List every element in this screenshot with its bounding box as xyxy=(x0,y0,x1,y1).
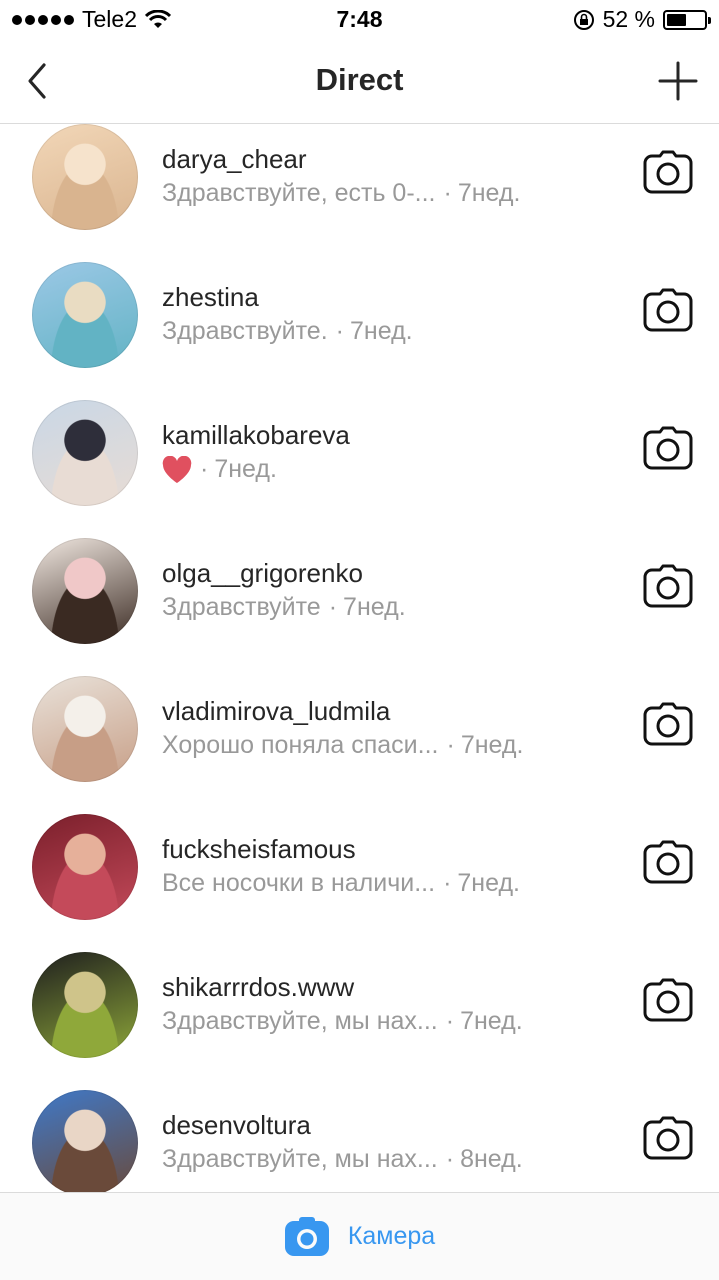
separator-dot: · xyxy=(443,179,452,207)
camera-bar[interactable]: Камера xyxy=(0,1192,719,1280)
thread-time: 7нед. xyxy=(460,731,524,759)
thread-preview: Все носочки в наличи... · 7нед. xyxy=(162,869,520,898)
separator-dot: · xyxy=(200,455,209,483)
thread-row[interactable]: zhestina Здравствуйте. · 7нед. xyxy=(0,262,719,400)
thread-time: 7нед. xyxy=(457,869,520,897)
thread-time: 7нед. xyxy=(460,1007,523,1035)
separator-dot: · xyxy=(445,1007,455,1035)
thread-message: Хорошо поняла спаси... xyxy=(162,731,439,759)
camera-reply-button[interactable] xyxy=(643,150,693,199)
camera-label: Камера xyxy=(347,1222,436,1250)
thread-time: 8нед. xyxy=(460,1145,523,1173)
thread-username: darya_chear xyxy=(162,144,307,174)
separator-dot: · xyxy=(335,317,344,345)
status-bar: Tele2 7:48 52 % xyxy=(0,0,719,40)
avatar[interactable] xyxy=(32,814,138,920)
thread-username: zhestina xyxy=(162,282,259,312)
avatar[interactable] xyxy=(32,538,138,644)
thread-username: desenvoltura xyxy=(162,1110,311,1140)
avatar[interactable] xyxy=(32,400,138,506)
separator-dot: · xyxy=(328,593,338,621)
thread-list[interactable]: darya_chear Здравствуйте, есть 0-... · 7нед… xyxy=(0,124,719,1192)
rotation-lock-icon xyxy=(573,9,594,30)
avatar[interactable] xyxy=(32,1090,138,1192)
thread-username: kamillakobareva xyxy=(162,420,350,450)
camera-reply-button[interactable] xyxy=(643,426,693,475)
avatar[interactable] xyxy=(32,952,138,1058)
avatar[interactable] xyxy=(32,262,138,368)
thread-preview: Здравствуйте, есть 0-... · 7нед. xyxy=(162,179,520,208)
camera-icon xyxy=(643,288,693,337)
thread-message: Здравствуйте xyxy=(162,593,321,621)
camera-reply-button[interactable] xyxy=(643,978,693,1027)
thread-row[interactable]: desenvoltura Здравствуйте, мы нах... · 8нед… xyxy=(0,1090,719,1192)
camera-icon xyxy=(643,1116,693,1165)
thread-preview: Здравствуйте. · 7нед. xyxy=(162,317,413,346)
thread-preview: Здравствуйте, мы нах... · 8нед. xyxy=(162,1145,523,1174)
avatar[interactable] xyxy=(32,676,138,782)
thread-preview: Здравствуйте · 7нед. xyxy=(162,593,406,622)
page-title: Direct xyxy=(315,62,404,97)
thread-message: Здравствуйте, есть 0-... xyxy=(162,179,436,207)
thread-row[interactable]: shikarrrdos.www Здравствуйте, мы нах... · 7… xyxy=(0,952,719,1090)
thread-time: 7нед. xyxy=(343,593,406,621)
thread-message: Все носочки в наличи... xyxy=(162,869,436,897)
thread-row[interactable]: kamillakobareva · 7нед. xyxy=(0,400,719,538)
avatar[interactable] xyxy=(32,124,138,230)
thread-preview: Хорошо поняла спаси... · 7нед. xyxy=(162,731,523,760)
camera-reply-button[interactable] xyxy=(643,1116,693,1165)
navigation-bar: Direct xyxy=(0,40,719,124)
thread-message: Здравствуйте, мы нах... xyxy=(162,1145,438,1173)
thread-row[interactable]: fucksheisfamous Все носочки в наличи... · 7… xyxy=(0,814,719,952)
thread-username: fucksheisfamous xyxy=(162,834,356,864)
new-message-button[interactable] xyxy=(655,58,701,104)
separator-dot: · xyxy=(445,1145,455,1173)
thread-username: olga__grigorenko xyxy=(162,558,363,588)
camera-reply-button[interactable] xyxy=(643,702,693,751)
thread-time: 7нед. xyxy=(457,179,521,207)
camera-icon xyxy=(643,564,693,613)
camera-icon xyxy=(643,150,693,199)
thread-row[interactable]: vladimirova_ludmila Хорошо поняла спаси..… xyxy=(0,676,719,814)
battery-icon xyxy=(663,9,711,30)
thread-preview: Здравствуйте, мы нах... · 7нед. xyxy=(162,1007,523,1036)
camera-reply-button[interactable] xyxy=(643,564,693,613)
camera-reply-button[interactable] xyxy=(643,288,693,337)
separator-dot: · xyxy=(443,869,452,897)
camera-icon xyxy=(643,978,693,1027)
camera-icon xyxy=(643,840,693,889)
thread-username: vladimirova_ludmila xyxy=(162,696,391,726)
heart-icon xyxy=(162,455,192,484)
battery-percent: 52 % xyxy=(602,6,655,32)
thread-message: Здравствуйте, мы нах... xyxy=(162,1007,438,1035)
camera-icon xyxy=(643,426,693,475)
camera-reply-button[interactable] xyxy=(643,840,693,889)
thread-row[interactable]: darya_chear Здравствуйте, есть 0-... · 7нед… xyxy=(0,124,719,262)
thread-preview: · 7нед. xyxy=(162,455,277,484)
thread-time: 7нед. xyxy=(350,317,413,345)
thread-username: shikarrrdos.www xyxy=(162,972,355,1002)
plus-icon xyxy=(658,61,698,101)
camera-icon xyxy=(643,702,693,751)
camera-icon xyxy=(284,1216,330,1257)
thread-time: 7нед. xyxy=(214,455,277,483)
separator-dot: · xyxy=(446,731,455,759)
status-right: 52 % xyxy=(573,6,711,33)
thread-message: Здравствуйте. xyxy=(162,317,328,345)
thread-row[interactable]: olga__grigorenko Здравствуйте · 7нед. xyxy=(0,538,719,676)
